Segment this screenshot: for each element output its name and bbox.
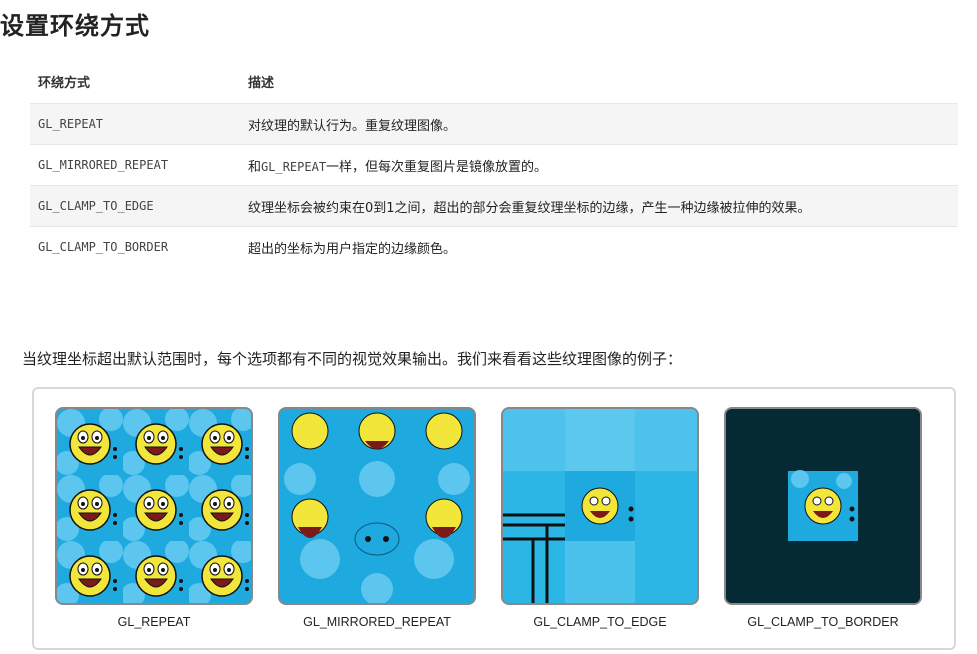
clamp-to-border-texture-image xyxy=(724,407,922,605)
inline-code: GL_REPEAT xyxy=(261,159,327,174)
column-header-mode: 环绕方式 xyxy=(38,76,91,91)
caption-repeat: GL_REPEAT xyxy=(117,615,191,629)
page-title: 设置环绕方式 xyxy=(0,12,150,40)
clamp-to-edge-texture-image xyxy=(501,407,699,605)
wrap-mode-description: 和GL_REPEAT一样，但每次重复图片是镜像放置的。 xyxy=(240,144,958,186)
repeat-texture-image xyxy=(55,407,253,605)
description-text: 和 xyxy=(248,159,262,175)
table-row: GL_MIRRORED_REPEAT 和GL_REPEAT一样，但每次重复图片是… xyxy=(30,144,958,186)
wrap-mode-name: GL_CLAMP_TO_EDGE xyxy=(30,185,240,227)
caption-mirrored-repeat: GL_MIRRORED_REPEAT xyxy=(303,615,451,629)
wrap-mode-name: GL_REPEAT xyxy=(30,103,240,145)
wrap-mode-table: 环绕方式 描述 GL_REPEAT 对纹理的默认行为。重复纹理图像。 GL_MI… xyxy=(30,60,958,267)
texture-gallery: GL_REPEAT GL_MIRRORED_REPEAT GL_CLAMP_TO… xyxy=(32,387,956,650)
wrap-mode-description: 超出的坐标为用户指定的边缘颜色。 xyxy=(240,226,958,267)
table-header-row: 环绕方式 描述 xyxy=(30,60,958,104)
description-text: 一样，但每次重复图片是镜像放置的。 xyxy=(326,159,548,175)
intro-paragraph: 当纹理坐标超出默认范围时，每个选项都有不同的视觉效果输出。我们来看看这些纹理图像… xyxy=(22,350,683,368)
table-row: GL_CLAMP_TO_BORDER 超出的坐标为用户指定的边缘颜色。 xyxy=(30,226,958,267)
wrap-mode-description: 对纹理的默认行为。重复纹理图像。 xyxy=(240,103,958,145)
column-header-description: 描述 xyxy=(248,76,275,91)
table-row: GL_REPEAT 对纹理的默认行为。重复纹理图像。 xyxy=(30,103,958,145)
caption-clamp-to-edge: GL_CLAMP_TO_EDGE xyxy=(533,615,667,629)
table-row: GL_CLAMP_TO_EDGE 纹理坐标会被约束在0到1之间，超出的部分会重复… xyxy=(30,185,958,227)
wrap-mode-name: GL_MIRRORED_REPEAT xyxy=(30,144,240,186)
mirrored-repeat-texture-image xyxy=(278,407,476,605)
caption-clamp-to-border: GL_CLAMP_TO_BORDER xyxy=(747,615,899,629)
wrap-mode-name: GL_CLAMP_TO_BORDER xyxy=(30,226,240,267)
wrap-mode-description: 纹理坐标会被约束在0到1之间，超出的部分会重复纹理坐标的边缘，产生一种边缘被拉伸… xyxy=(240,185,958,227)
